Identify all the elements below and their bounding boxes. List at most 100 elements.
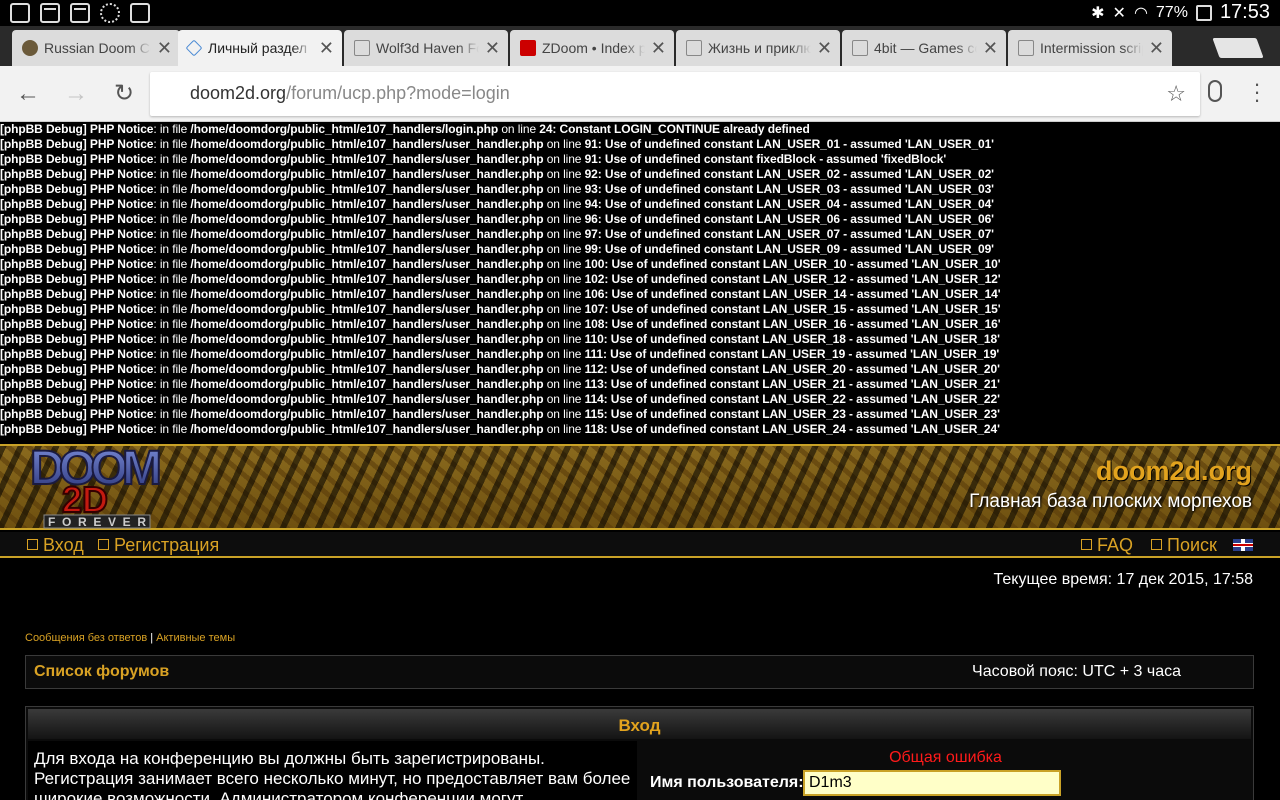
debug-line-number: 97	[584, 227, 598, 241]
debug-on-line: on line	[543, 377, 585, 391]
debug-line: [phpBB Debug] PHP Notice: in file /home/…	[0, 287, 1280, 302]
debug-on-line: on line	[543, 242, 585, 256]
debug-in-file: : in file	[153, 227, 191, 241]
debug-line-number: 99	[584, 242, 598, 256]
debug-file: /home/doomdorg/public_html/e107_handlers…	[190, 137, 544, 151]
debug-on-line: on line	[543, 257, 585, 271]
debug-in-file: : in file	[153, 392, 191, 406]
page-content: [phpBB Debug] PHP Notice: in file /home/…	[0, 122, 1280, 800]
page-favicon-icon	[852, 40, 868, 56]
notification-icons	[10, 3, 150, 23]
debug-file: /home/doomdorg/public_html/e107_handlers…	[190, 242, 544, 256]
reload-button[interactable]: ↻	[110, 80, 138, 108]
debug-line-number: 96	[584, 212, 598, 226]
debug-message: : Use of undefined constant LAN_USER_06 …	[597, 212, 994, 226]
search-link[interactable]: Поиск	[1151, 535, 1217, 556]
debug-file: /home/doomdorg/public_html/e107_handlers…	[190, 257, 544, 271]
close-icon[interactable]: ✕	[651, 39, 666, 57]
debug-line-number: 92	[584, 167, 598, 181]
debug-message: : Use of undefined constant LAN_USER_01 …	[597, 137, 994, 151]
debug-prefix: [phpBB Debug] PHP Notice	[0, 332, 154, 346]
tab-intermission[interactable]: Intermission script ✕	[1008, 30, 1172, 66]
page-favicon-icon	[1018, 40, 1034, 56]
debug-line: [phpBB Debug] PHP Notice: in file /home/…	[0, 347, 1280, 362]
debug-line-number: 91	[584, 152, 598, 166]
debug-in-file: : in file	[153, 242, 191, 256]
quick-links: Сообщения без ответов | Активные темы	[25, 632, 235, 644]
menu-dots-icon[interactable]: · · ·	[1250, 73, 1264, 111]
close-icon[interactable]: ✕	[983, 39, 998, 57]
address-bar[interactable]: doom2d.org/forum/ucp.php?mode=login ☆	[150, 72, 1200, 116]
forum-list-link[interactable]: Список форумов	[34, 663, 169, 681]
debug-line-number: 107	[584, 302, 605, 316]
debug-line-number: 106	[584, 287, 605, 301]
close-icon[interactable]: ✕	[1149, 39, 1164, 57]
debug-prefix: [phpBB Debug] PHP Notice	[0, 122, 154, 136]
mute-icon: ✕	[1112, 4, 1126, 22]
doom2d-forever-logo[interactable]: DOOM 2D FOREVER	[26, 440, 172, 530]
tab-russian-doom[interactable]: Russian Doom Community ✕	[12, 30, 180, 66]
forward-button[interactable]: →	[62, 80, 90, 108]
microphone-icon[interactable]	[1208, 80, 1222, 102]
site-title[interactable]: doom2d.org	[1096, 456, 1252, 487]
debug-prefix: [phpBB Debug] PHP Notice	[0, 347, 154, 361]
bookmark-star-icon[interactable]: ☆	[1166, 81, 1186, 107]
debug-on-line: on line	[543, 152, 585, 166]
debug-line: [phpBB Debug] PHP Notice: in file /home/…	[0, 377, 1280, 392]
search-label: Поиск	[1167, 535, 1217, 555]
battery-percent: 77%	[1155, 3, 1188, 21]
username-input[interactable]	[803, 770, 1061, 796]
login-label: Вход	[43, 535, 84, 555]
current-time: Текущее время: 17 дек 2015, 17:58	[993, 571, 1253, 588]
debug-file: /home/doomdorg/public_html/e107_handlers…	[190, 422, 544, 436]
debug-line: [phpBB Debug] PHP Notice: in file /home/…	[0, 332, 1280, 347]
debug-line: [phpBB Debug] PHP Notice: in file /home/…	[0, 272, 1280, 287]
clock: 17:53	[1219, 1, 1270, 23]
debug-prefix: [phpBB Debug] PHP Notice	[0, 392, 154, 406]
debug-message: : Use of undefined constant LAN_USER_14 …	[604, 287, 1001, 301]
tab-life-adventures[interactable]: Жизнь и приключения ✕	[676, 30, 840, 66]
debug-message: : Use of undefined constant LAN_USER_12 …	[604, 272, 1001, 286]
new-tab-button[interactable]	[1212, 38, 1264, 58]
tab-zdoom[interactable]: ZDoom • Index page ✕	[510, 30, 674, 66]
back-button[interactable]: ←	[14, 80, 42, 108]
close-icon[interactable]: ✕	[319, 39, 334, 57]
tab-personal-section[interactable]: Личный раздел ✕	[178, 30, 342, 66]
debug-in-file: : in file	[153, 422, 191, 436]
close-icon[interactable]: ✕	[157, 39, 172, 57]
debug-file: /home/doomdorg/public_html/e107_handlers…	[190, 122, 499, 136]
debug-file: /home/doomdorg/public_html/e107_handlers…	[190, 377, 544, 391]
debug-prefix: [phpBB Debug] PHP Notice	[0, 317, 154, 331]
debug-on-line: on line	[498, 122, 540, 136]
debug-on-line: on line	[543, 347, 585, 361]
close-icon[interactable]: ✕	[817, 39, 832, 57]
debug-message: : Use of undefined constant LAN_USER_24 …	[603, 422, 1000, 436]
unanswered-posts-link[interactable]: Сообщения без ответов	[25, 632, 147, 644]
debug-message: : Use of undefined constant LAN_USER_19 …	[603, 347, 1000, 361]
english-flag-icon[interactable]	[1233, 539, 1253, 551]
page-favicon-icon	[686, 40, 702, 56]
active-topics-link[interactable]: Активные темы	[156, 632, 235, 644]
gallery-icon	[10, 3, 30, 23]
tab-4bit[interactable]: 4bit — Games community ✕	[842, 30, 1006, 66]
login-link[interactable]: Вход	[27, 535, 84, 556]
page-favicon-icon	[354, 40, 370, 56]
debug-message: : Use of undefined constant LAN_USER_20 …	[603, 362, 1000, 376]
tab-wolf3d-haven[interactable]: Wolf3d Haven Forum ✕	[344, 30, 508, 66]
debug-prefix: [phpBB Debug] PHP Notice	[0, 422, 154, 436]
tab-label: Russian Doom Community	[44, 40, 151, 56]
register-link[interactable]: Регистрация	[98, 535, 219, 556]
debug-in-file: : in file	[153, 362, 191, 376]
debug-on-line: on line	[543, 362, 585, 376]
system-icons: ✱ ✕ ◠ 77% 17:53	[1091, 1, 1270, 24]
debug-on-line: on line	[543, 272, 585, 286]
debug-on-line: on line	[543, 407, 585, 421]
faq-link[interactable]: FAQ	[1081, 535, 1133, 556]
url-text[interactable]: doom2d.org/forum/ucp.php?mode=login	[190, 83, 510, 104]
debug-message: : Use of undefined constant fixedBlock -…	[597, 152, 947, 166]
debug-prefix: [phpBB Debug] PHP Notice	[0, 167, 154, 181]
debug-line: [phpBB Debug] PHP Notice: in file /home/…	[0, 422, 1280, 437]
debug-line: [phpBB Debug] PHP Notice: in file /home/…	[0, 137, 1280, 152]
close-icon[interactable]: ✕	[485, 39, 500, 57]
debug-prefix: [phpBB Debug] PHP Notice	[0, 242, 154, 256]
